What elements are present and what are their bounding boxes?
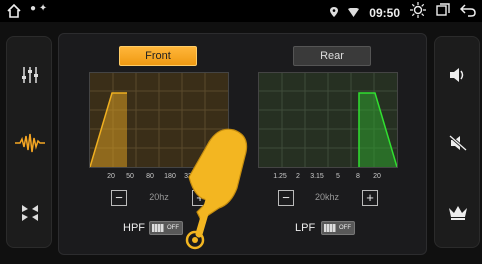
lpf-frequency-ticks: 1.25 2 3.15 5 8 20 [258, 173, 398, 185]
hpf-tick: 50 [126, 173, 134, 180]
pointing-hand-icon [179, 122, 259, 257]
lpf-toggle[interactable]: OFF [321, 221, 355, 235]
left-sidebar [6, 36, 52, 248]
right-sidebar [434, 36, 480, 248]
hpf-toggle[interactable]: OFF [149, 221, 183, 235]
mute-icon[interactable] [435, 123, 481, 163]
window-icon[interactable] [436, 3, 450, 22]
hpf-decrease-button[interactable]: − [111, 190, 127, 206]
hpf-tick: 20 [107, 173, 115, 180]
tab-front[interactable]: Front [119, 46, 197, 66]
tab-rear[interactable]: Rear [293, 46, 371, 66]
clock: 09:50 [369, 5, 400, 20]
back-icon[interactable] [459, 3, 476, 22]
lpf-tick: 3.15 [310, 173, 324, 180]
lpf-decrease-button[interactable]: − [278, 190, 294, 206]
wifi-icon [348, 4, 360, 22]
notification-dots-icon: ● ✦ [30, 3, 48, 14]
lpf-tick: 20 [373, 173, 381, 180]
hpf-label: HPF [123, 222, 145, 234]
volume-icon[interactable] [435, 55, 481, 95]
status-bar: ● ✦ 09:50 [0, 0, 482, 22]
equalizer-sliders-icon[interactable] [7, 55, 53, 95]
balance-fader-icon[interactable] [7, 193, 53, 233]
lpf-value: 20khz [314, 192, 340, 202]
lpf-tick: 8 [356, 173, 360, 180]
lpf-tick: 5 [336, 173, 340, 180]
hpf-toggle-state: OFF [167, 225, 179, 231]
toggle-knob [152, 224, 164, 232]
toggle-knob [324, 224, 336, 232]
lpf-response-graph [258, 72, 398, 168]
crown-icon[interactable] [435, 193, 481, 233]
hpf-tick: 80 [146, 173, 154, 180]
hpf-tick: 180 [164, 173, 176, 180]
brightness-icon[interactable] [410, 2, 426, 23]
lpf-tick: 2 [296, 173, 300, 180]
lpf-label: LPF [295, 222, 316, 234]
lpf-increase-button[interactable]: + [362, 190, 378, 206]
lpf-toggle-state: OFF [339, 225, 351, 231]
crossover-panel: Front Rear 20 50 80 180 32 1.25 2 3.15 5… [58, 33, 427, 255]
sound-wave-icon[interactable] [7, 123, 53, 163]
lpf-tick: 1.25 [273, 173, 287, 180]
home-icon[interactable] [6, 3, 22, 24]
location-icon [330, 4, 339, 22]
